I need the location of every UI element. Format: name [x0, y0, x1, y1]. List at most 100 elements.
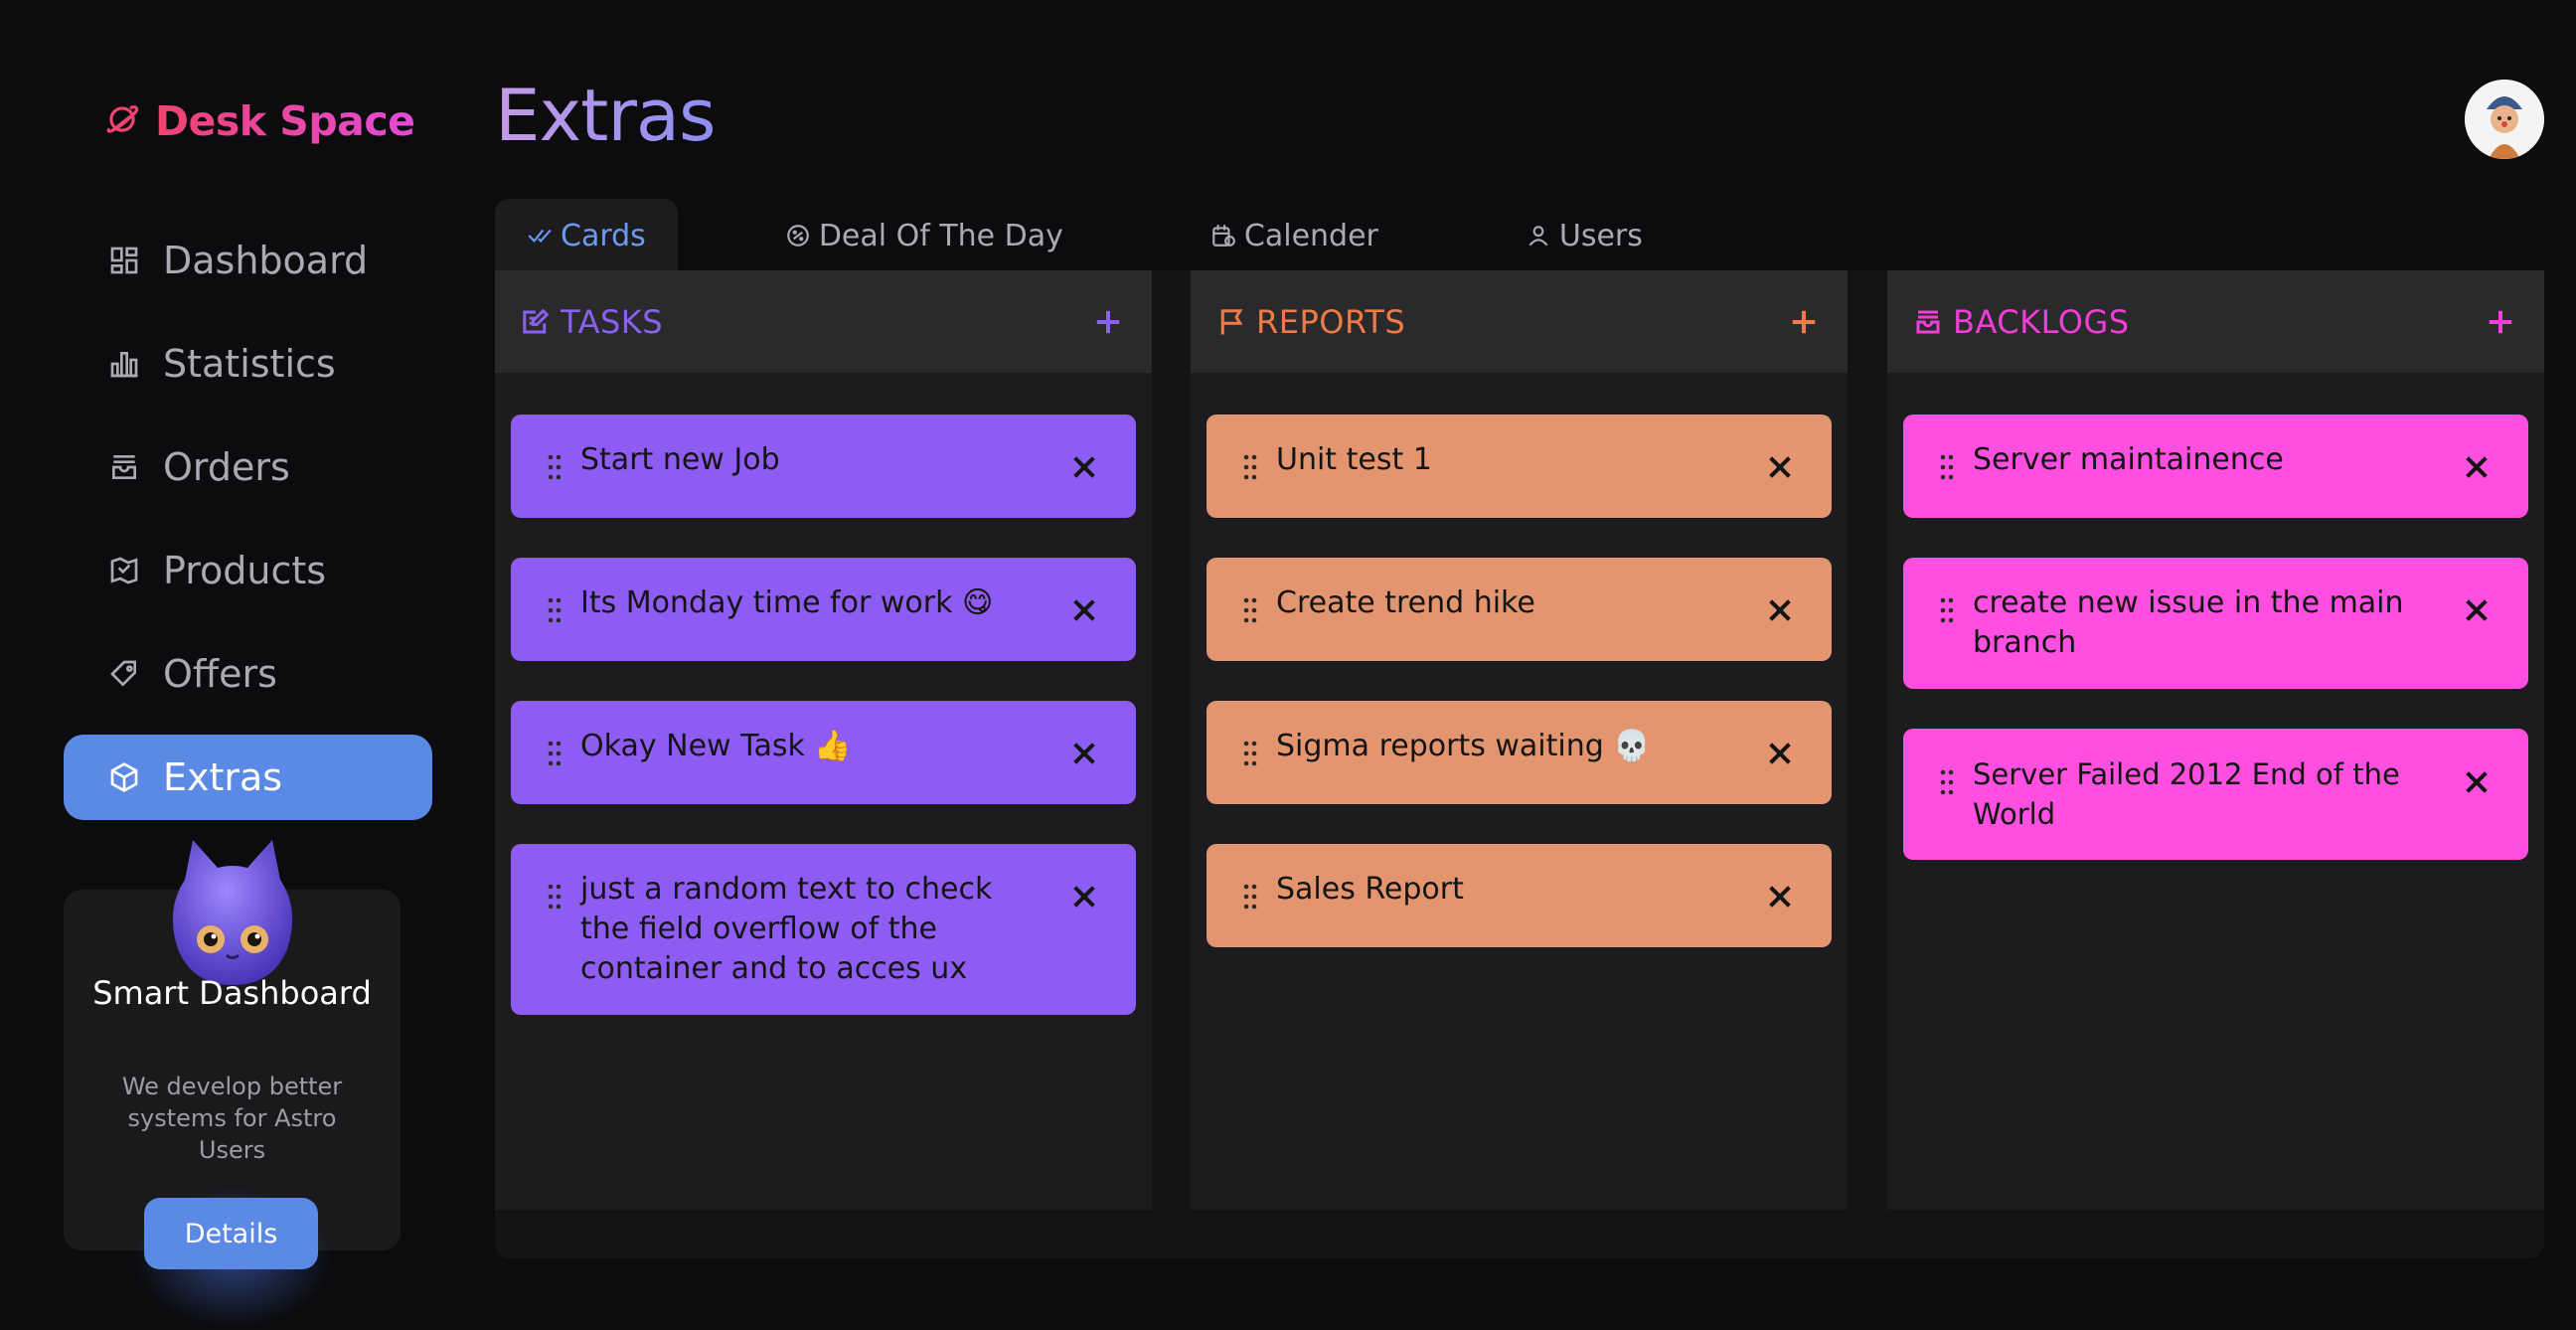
tab-calender[interactable]: Calender — [1210, 199, 1378, 272]
close-icon[interactable] — [1766, 452, 1794, 480]
promo-card: Smart Dashboard We develop better system… — [64, 840, 401, 1327]
close-icon[interactable] — [2463, 595, 2491, 623]
close-icon[interactable] — [2463, 766, 2491, 794]
add-card-button[interactable] — [1784, 302, 1824, 342]
user-icon — [1529, 226, 1548, 247]
flag-icon — [1220, 308, 1243, 334]
backlog-card[interactable]: Server Failed 2012 End of the World — [1903, 729, 2528, 860]
drag-handle-icon[interactable] — [1242, 882, 1258, 910]
sidebar-item-label: Dashboard — [163, 239, 369, 282]
close-icon[interactable] — [1070, 452, 1098, 480]
drag-handle-icon[interactable] — [1939, 766, 1955, 795]
badge-icon — [786, 225, 809, 247]
report-card[interactable]: Create trend hike — [1207, 558, 1832, 661]
drag-handle-icon[interactable] — [1242, 739, 1258, 766]
column-header: BACKLOGS — [1887, 270, 2544, 373]
column-header: TASKS — [495, 270, 1152, 373]
tab-label: Calender — [1243, 218, 1378, 253]
card-text: Okay New Task 👍 — [580, 729, 852, 763]
plus-icon — [1096, 310, 1120, 333]
double-check-icon — [528, 229, 552, 244]
edit-note-icon — [523, 308, 550, 333]
map-icon — [103, 550, 145, 591]
promo-title: Smart Dashboard — [92, 974, 372, 1012]
task-card[interactable]: Okay New Task 👍 — [511, 701, 1136, 804]
backlog-card[interactable]: Server maintainence — [1903, 415, 2528, 518]
drag-handle-icon[interactable] — [547, 739, 563, 766]
card-text: Unit test 1 — [1276, 442, 1432, 477]
sidebar-item-orders[interactable]: Orders — [64, 424, 432, 510]
bar-chart-icon — [103, 343, 145, 385]
sidebar-nav: Dashboard Statistics Orders Products Off… — [64, 218, 432, 838]
column-header: REPORTS — [1191, 270, 1848, 373]
column-tasks: TASKS Start new Job Its Monday time for … — [495, 270, 1152, 1210]
task-card[interactable]: Start new Job — [511, 415, 1136, 518]
tab-bar: Cards Deal Of The Day Calender Users — [495, 199, 1643, 272]
drag-handle-icon[interactable] — [547, 595, 563, 623]
cube-icon — [103, 756, 145, 798]
card-text: Sigma reports waiting 💀 — [1276, 729, 1651, 763]
close-icon[interactable] — [2463, 452, 2491, 480]
close-icon[interactable] — [1766, 739, 1794, 766]
drag-handle-icon[interactable] — [1242, 452, 1258, 480]
backlog-card[interactable]: create new issue in the main branch — [1903, 558, 2528, 689]
plus-icon — [1792, 310, 1816, 333]
tab-deal-of-the-day[interactable]: Deal Of The Day — [785, 199, 1063, 272]
card-text: Server Failed 2012 End of the World — [1973, 757, 2400, 831]
kanban-board: TASKS Start new Job Its Monday time for … — [495, 270, 2544, 1258]
brand-name: Desk Space — [155, 97, 415, 145]
report-card[interactable]: Sigma reports waiting 💀 — [1207, 701, 1832, 804]
sidebar-item-extras[interactable]: Extras — [64, 735, 432, 820]
sidebar-item-label: Products — [163, 549, 327, 592]
sidebar-item-statistics[interactable]: Statistics — [64, 321, 432, 407]
tab-label: Cards — [561, 218, 646, 253]
report-card[interactable]: Unit test 1 — [1207, 415, 1832, 518]
close-icon[interactable] — [1766, 595, 1794, 623]
tab-label: Users — [1558, 218, 1643, 253]
column-reports: REPORTS Unit test 1 Create trend hike Si… — [1191, 270, 1848, 1210]
sidebar-item-products[interactable]: Products — [64, 528, 432, 613]
avatar[interactable] — [2465, 80, 2544, 159]
tab-users[interactable]: Users — [1526, 199, 1643, 272]
inbox-icon — [103, 446, 145, 488]
details-button[interactable]: Details — [144, 1198, 318, 1269]
task-card[interactable]: just a random text to check the field ov… — [511, 844, 1136, 1015]
cat-mascot-icon — [172, 840, 293, 985]
tab-label: Deal Of The Day — [818, 218, 1063, 253]
sidebar-item-offers[interactable]: Offers — [64, 631, 432, 717]
card-text: create new issue in the main branch — [1973, 585, 2404, 660]
close-icon[interactable] — [1070, 739, 1098, 766]
drag-handle-icon[interactable] — [1939, 452, 1955, 480]
close-icon[interactable] — [1070, 882, 1098, 910]
drag-handle-icon[interactable] — [1242, 595, 1258, 623]
sidebar-item-label: Extras — [163, 755, 283, 799]
calendar-icon — [1212, 225, 1235, 247]
tab-cards[interactable]: Cards — [495, 199, 678, 272]
brand[interactable]: Desk Space — [103, 97, 415, 145]
drag-handle-icon[interactable] — [547, 882, 563, 910]
page-title: Extras — [495, 74, 717, 157]
column-title: TASKS — [561, 302, 664, 341]
column-title: REPORTS — [1256, 302, 1406, 341]
sidebar-item-label: Orders — [163, 445, 290, 489]
sidebar-item-label: Statistics — [163, 342, 336, 386]
card-text: Create trend hike — [1276, 585, 1535, 620]
archive-icon — [1916, 310, 1940, 333]
add-card-button[interactable] — [1088, 302, 1128, 342]
plus-icon — [2489, 310, 2512, 333]
add-card-button[interactable] — [2481, 302, 2520, 342]
task-card[interactable]: Its Monday time for work 😋 — [511, 558, 1136, 661]
card-text: Start new Job — [580, 442, 780, 477]
drag-handle-icon[interactable] — [547, 452, 563, 480]
drag-handle-icon[interactable] — [1939, 595, 1955, 623]
sidebar: Desk Space Dashboard Statistics Orders P… — [0, 0, 467, 1330]
card-list: Unit test 1 Create trend hike Sigma repo… — [1191, 373, 1848, 947]
dashboard-icon — [103, 240, 145, 281]
tag-icon — [103, 653, 145, 695]
card-text: Server maintainence — [1973, 442, 2284, 477]
report-card[interactable]: Sales Report — [1207, 844, 1832, 947]
card-text: Sales Report — [1276, 872, 1464, 907]
close-icon[interactable] — [1070, 595, 1098, 623]
sidebar-item-dashboard[interactable]: Dashboard — [64, 218, 432, 303]
close-icon[interactable] — [1766, 882, 1794, 910]
